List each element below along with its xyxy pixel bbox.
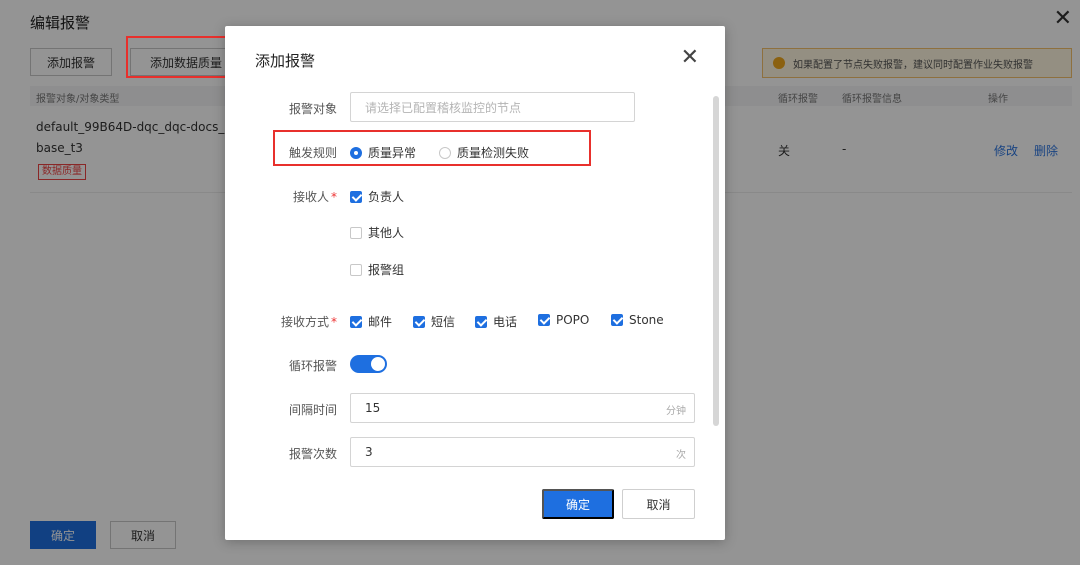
checkbox-checked-icon [413,315,425,328]
checkbox-checked-icon [538,314,550,326]
method-phone-checkbox[interactable]: 电话 [475,313,517,330]
interval-value: 15 [365,401,381,415]
method-sms-checkbox[interactable]: 短信 [413,313,455,330]
dialog-confirm-button[interactable]: 确定 [542,489,614,519]
checkbox-checked-icon [475,315,487,328]
target-placeholder: 请选择已配置稽核监控的节点 [365,100,522,115]
checkbox-checked-icon [611,314,623,326]
receiver-group-checkbox[interactable]: 报警组 [350,261,404,278]
receivers-label: 接收人 * [292,190,337,204]
checkbox-unchecked-icon [350,226,362,239]
count-value: 3 [365,445,373,459]
target-select[interactable]: 请选择已配置稽核监控的节点 [350,92,635,122]
count-unit: 次 [676,450,686,461]
add-alarm-dialog: 添加报警 ✕ 报警对象 请选择已配置稽核监控的节点 触发规则 质量异常 质量检测… [225,26,725,540]
loop-alarm-toggle[interactable] [350,355,387,373]
checkbox-label: 报警组 [368,263,405,277]
dialog-cancel-button[interactable]: 取消 [622,489,695,519]
count-input[interactable]: 3 次 [350,437,695,467]
dialog-title: 添加报警 [255,52,316,70]
checkbox-checked-icon [350,315,362,328]
loop-alarm-label: 循环报警 [288,359,337,373]
checkbox-label: 其他人 [368,226,405,240]
checkbox-checked-icon [350,190,362,203]
method-email-checkbox[interactable]: 邮件 [350,313,392,330]
interval-input[interactable]: 15 分钟 [350,393,695,423]
method-stone-checkbox[interactable]: Stone [611,313,664,327]
receiver-others-checkbox[interactable]: 其他人 [350,224,404,241]
method-popo-checkbox[interactable]: POPO [538,313,589,327]
receiver-owner-checkbox[interactable]: 负责人 [350,188,404,205]
target-label: 报警对象 [288,102,337,116]
checkbox-label: POPO [556,313,590,327]
methods-label: 接收方式 * [280,315,337,329]
interval-unit: 分钟 [666,406,686,417]
checkbox-label: 负责人 [368,190,405,204]
scrollbar[interactable] [713,96,719,426]
checkbox-label: 邮件 [368,315,393,329]
interval-label: 间隔时间 [288,403,337,417]
checkbox-label: 短信 [431,315,456,329]
count-label: 报警次数 [288,447,337,461]
close-icon[interactable]: ✕ [681,46,699,70]
checkbox-label: 电话 [493,315,518,329]
highlight-box-trigger [273,130,591,166]
checkbox-unchecked-icon [350,263,362,276]
checkbox-label: Stone [629,313,664,327]
